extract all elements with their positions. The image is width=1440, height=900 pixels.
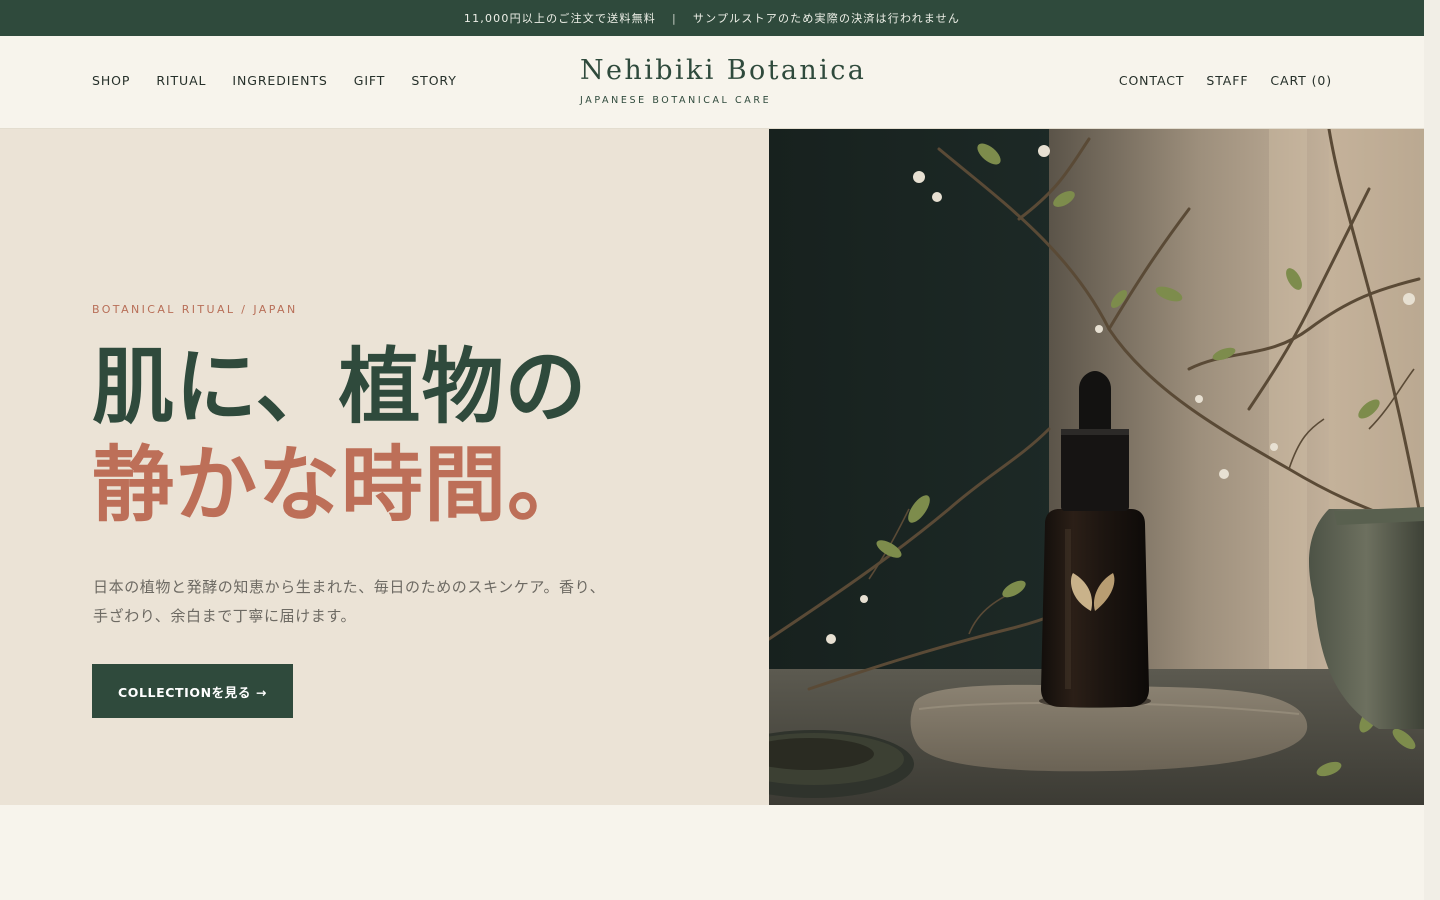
nav-contact[interactable]: CONTACT <box>1119 73 1185 88</box>
nav-ingredients[interactable]: INGREDIENTS <box>232 73 327 88</box>
hero-headline-line2: 静かな時間。 <box>92 437 591 533</box>
utility-nav: CONTACT STAFF CART (0) <box>1119 73 1332 88</box>
hero-eyebrow: BOTANICAL RITUAL / JAPAN <box>92 303 298 316</box>
hero-text-panel: BOTANICAL RITUAL / JAPAN 肌に、植物の 静かな時間。 日… <box>0 129 769 805</box>
nav-staff[interactable]: STAFF <box>1206 73 1248 88</box>
nav-cart[interactable]: CART (0) <box>1270 73 1332 88</box>
nav-story[interactable]: STORY <box>411 73 456 88</box>
page-scrollbar[interactable] <box>1424 0 1440 900</box>
hero-description-line1: 日本の植物と発酵の知恵から生まれた、毎日のためのスキンケア。香り、 <box>93 578 606 596</box>
hero-image <box>769 129 1424 805</box>
announcement-free-shipping: 11,000円以上のご注文で送料無料 <box>463 12 656 25</box>
serum-bottle-photo <box>769 129 1424 805</box>
primary-nav: SHOP RITUAL INGREDIENTS GIFT STORY <box>92 73 457 88</box>
nav-ritual[interactable]: RITUAL <box>156 73 206 88</box>
announcement-separator: | <box>671 11 677 25</box>
brand-name: Nehibiki Botanica <box>580 55 867 86</box>
next-section <box>0 805 1424 900</box>
site-header: SHOP RITUAL INGREDIENTS GIFT STORY Nehib… <box>0 36 1424 129</box>
hero-description: 日本の植物と発酵の知恵から生まれた、毎日のためのスキンケア。香り、 手ざわり、余… <box>93 573 653 631</box>
nav-shop[interactable]: SHOP <box>92 73 130 88</box>
nav-gift[interactable]: GIFT <box>354 73 386 88</box>
hero-headline-line1: 肌に、植物の <box>92 339 588 435</box>
brand-logo-link[interactable]: Nehibiki Botanica JAPANESE BOTANICAL CAR… <box>580 55 867 107</box>
announcement-bar: 11,000円以上のご注文で送料無料 | サンプルストアのため実際の決済は行われ… <box>0 0 1424 36</box>
hero-description-line2: 手ざわり、余白まで丁寧に届けます。 <box>93 607 357 625</box>
view-collection-button[interactable]: COLLECTIONを見る → <box>92 664 293 718</box>
announcement-sample-notice: サンプルストアのため実際の決済は行われません <box>692 12 961 25</box>
brand-tagline: JAPANESE BOTANICAL CARE <box>580 95 772 106</box>
